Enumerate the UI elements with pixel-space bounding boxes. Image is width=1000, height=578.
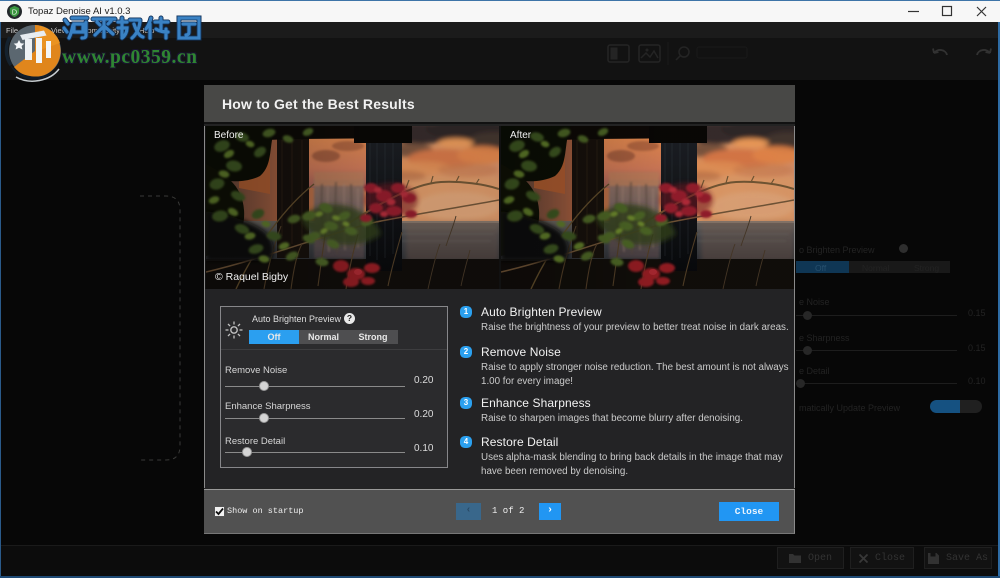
svg-text:D: D	[12, 7, 18, 16]
